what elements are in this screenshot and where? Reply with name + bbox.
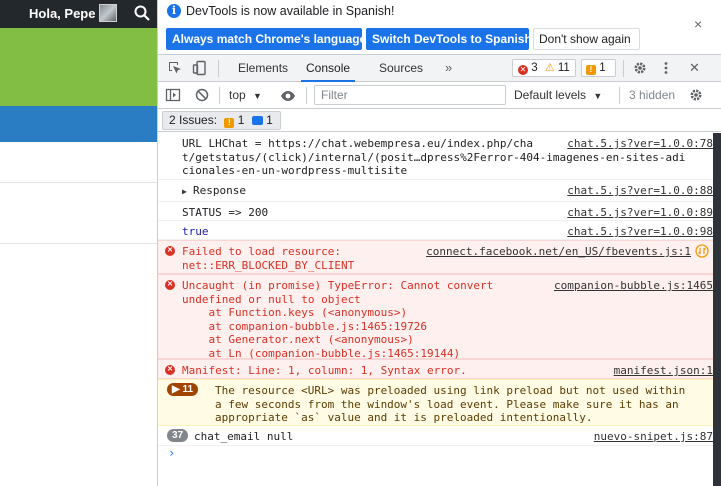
- context-value: top: [229, 88, 246, 102]
- language-infobar: i DevTools is now available in Spanish! …: [158, 0, 721, 55]
- issue-warning-icon: !: [224, 118, 235, 128]
- green-banner: [0, 28, 158, 106]
- console-message-log: ▶ Response chat.5.js?ver=1.0.0:88: [158, 180, 721, 202]
- console-message-log: 37 chat_email null nuevo-snipet.js:87: [158, 426, 721, 446]
- clear-console-icon[interactable]: [194, 87, 210, 103]
- switch-to-spanish-button[interactable]: Switch DevTools to Spanish: [366, 28, 532, 50]
- console-message-log: true chat.5.js?ver=1.0.0:98: [158, 221, 721, 240]
- user-avatar[interactable]: [99, 4, 117, 22]
- context-selector[interactable]: top ▼: [229, 88, 262, 102]
- toolbar-separator: [218, 60, 219, 77]
- console-message-error: ✕ Uncaught (in promise) TypeError: Canno…: [158, 274, 721, 360]
- gear-icon[interactable]: [632, 60, 648, 76]
- console-messages: URL LHChat = https://chat.webempresa.eu/…: [158, 133, 721, 446]
- toolbar-separator: [219, 87, 220, 104]
- error-icon: ✕: [165, 365, 175, 375]
- toolbar-separator: [623, 60, 624, 77]
- message-text: Manifest: Line: 1, column: 1, Syntax err…: [182, 364, 467, 377]
- console-settings-gear-icon[interactable]: [688, 87, 704, 103]
- issue-info-icon: [251, 116, 263, 125]
- message-source-link[interactable]: nuevo-snipet.js:87: [594, 430, 713, 444]
- console-message-log: URL LHChat = https://chat.webempresa.eu/…: [158, 133, 721, 180]
- message-text: The resource <URL> was preloaded using l…: [215, 384, 686, 424]
- repeat-count-badge: 37: [167, 429, 189, 442]
- close-devtools-icon[interactable]: ✕: [689, 60, 700, 76]
- more-tabs-button[interactable]: »: [445, 60, 452, 75]
- console-message-log: STATUS => 200 chat.5.js?ver=1.0.0:89: [158, 202, 721, 221]
- console-toolbar: top ▼ Filter Default levels ▼ 3 hidden: [158, 82, 721, 109]
- error-icon: ✕: [518, 65, 528, 75]
- console-message-error: ✕ Failed to load resource: net::ERR_BLOC…: [158, 240, 721, 274]
- message-source-link[interactable]: connect.facebook.net/en_US/fbevents.js:1: [426, 245, 691, 259]
- error-count: 3: [531, 62, 538, 74]
- message-text: Failed to load resource: net::ERR_BLOCKE…: [182, 245, 355, 272]
- match-chrome-language-button[interactable]: Always match Chrome's language: [166, 28, 366, 50]
- issue-warning-icon: !: [586, 65, 596, 75]
- log-levels-dropdown[interactable]: Default levels ▼: [514, 88, 602, 102]
- console-message-warning: ▶ 11 The resource <URL> was preloaded us…: [158, 379, 721, 426]
- message-text: STATUS => 200: [182, 206, 269, 219]
- error-warning-counter[interactable]: ✕ 3 ⚠ 11: [512, 59, 576, 77]
- message-source-link[interactable]: chat.5.js?ver=1.0.0:78: [567, 137, 713, 151]
- issues-count: 1: [599, 62, 606, 74]
- dropdown-arrow-icon: ▼: [253, 91, 262, 101]
- tab-elements[interactable]: Elements: [238, 55, 288, 82]
- message-text: true: [182, 225, 209, 238]
- info-icon: i: [167, 4, 181, 18]
- divider: [0, 182, 158, 183]
- infobar-close-button[interactable]: ×: [694, 16, 702, 32]
- toolbar-separator: [619, 87, 620, 104]
- error-icon: ✕: [165, 246, 175, 256]
- divider: [0, 243, 158, 244]
- live-expression-eye-icon[interactable]: [280, 88, 296, 104]
- message-source-link[interactable]: companion-bubble.js:1465: [554, 279, 713, 293]
- tab-console[interactable]: Console: [301, 55, 356, 82]
- expand-caret-icon[interactable]: ▶: [182, 185, 187, 199]
- repeat-count-badge[interactable]: ▶ 11: [167, 383, 199, 396]
- device-toolbar-icon[interactable]: [192, 60, 208, 76]
- issues-label: 2 Issues:: [169, 113, 218, 127]
- message-source-link[interactable]: manifest.json:1: [614, 364, 713, 378]
- background-page-strip: [713, 133, 721, 486]
- website-pane: Hola, Pepe: [0, 0, 158, 486]
- toolbar-separator: [306, 87, 307, 104]
- dropdown-arrow-icon: ▼: [593, 91, 603, 101]
- warning-icon: ⚠: [544, 62, 555, 74]
- message-text: chat_email null: [194, 430, 294, 443]
- blue-nav-bar[interactable]: [0, 106, 158, 142]
- issues-warning-count: 1: [237, 113, 245, 127]
- network-request-icon[interactable]: [695, 244, 709, 258]
- message-text[interactable]: Uncaught (in promise) TypeError: Cannot …: [182, 279, 493, 360]
- infobar-message: DevTools is now available in Spanish!: [186, 4, 395, 18]
- hidden-messages-count: 3 hidden: [629, 88, 676, 102]
- devtools-main-toolbar: Elements Console Sources » ✕ 3 ⚠ 11 ! 1 …: [158, 55, 721, 82]
- message-text[interactable]: Response: [193, 184, 246, 198]
- issues-info-count: 1: [266, 113, 273, 127]
- log-levels-value: Default levels: [514, 88, 587, 102]
- devtools-panel: i DevTools is now available in Spanish! …: [158, 0, 721, 486]
- tab-sources[interactable]: Sources: [379, 55, 423, 82]
- error-icon: ✕: [165, 280, 175, 290]
- filter-input[interactable]: Filter: [314, 85, 506, 105]
- issues-counter[interactable]: ! 1: [581, 59, 616, 77]
- sidebar-toggle-icon[interactable]: [165, 87, 181, 103]
- issues-button[interactable]: 2 Issues: ! 1 1: [162, 111, 281, 130]
- user-greeting[interactable]: Hola, Pepe: [29, 6, 95, 21]
- search-icon[interactable]: [133, 4, 151, 22]
- inspect-element-icon[interactable]: [167, 60, 183, 76]
- console-prompt[interactable]: ›: [168, 446, 175, 460]
- warning-count: 11: [557, 62, 570, 74]
- message-source-link[interactable]: chat.5.js?ver=1.0.0:98: [567, 225, 713, 239]
- kebab-menu-icon[interactable]: [658, 60, 674, 76]
- wp-admin-bar: Hola, Pepe: [0, 0, 158, 28]
- issues-bar: 2 Issues: ! 1 1: [158, 109, 721, 132]
- message-source-link[interactable]: chat.5.js?ver=1.0.0:88: [567, 184, 713, 198]
- dont-show-again-button[interactable]: Don't show again: [533, 28, 640, 50]
- message-source-link[interactable]: chat.5.js?ver=1.0.0:89: [567, 206, 713, 220]
- console-message-error: ✕ Manifest: Line: 1, column: 1, Syntax e…: [158, 359, 721, 379]
